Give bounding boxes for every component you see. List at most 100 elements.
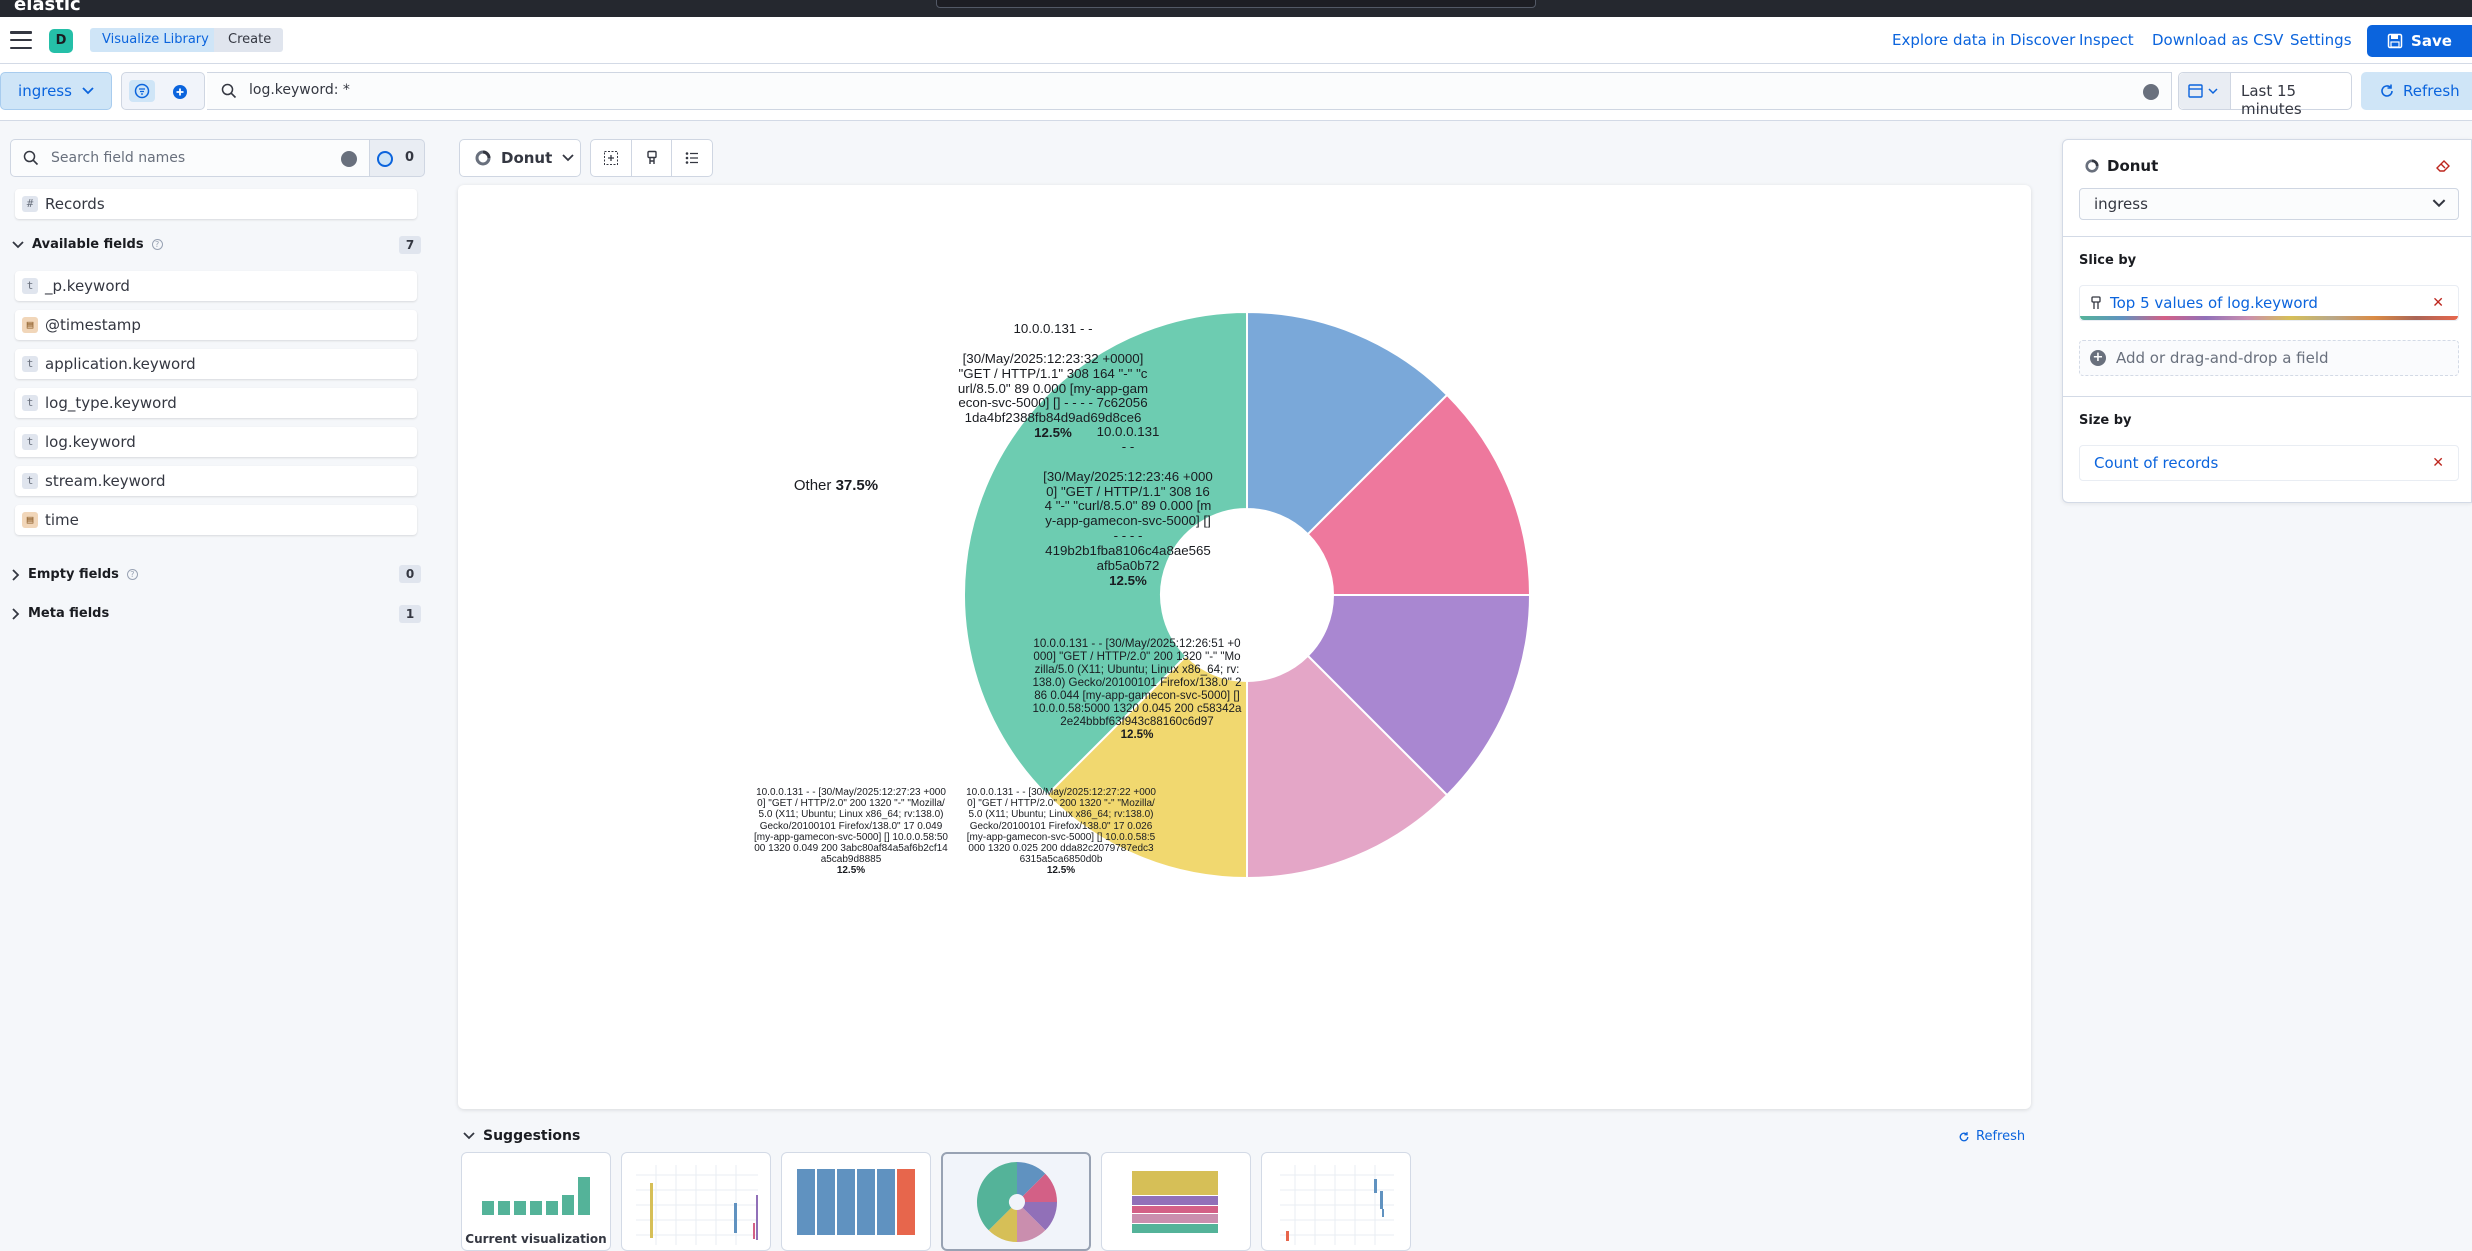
- query-text: log.keyword: *: [249, 82, 350, 98]
- remove-dimension-icon[interactable]: ✕: [2432, 295, 2444, 311]
- filter-icon: [377, 151, 393, 167]
- field-item[interactable]: ▤ @timestamp: [15, 310, 417, 340]
- slice-label: Other 37.5%: [776, 477, 896, 495]
- clear-query-icon[interactable]: [2143, 84, 2159, 100]
- refresh-icon: [2381, 84, 2393, 97]
- save-label: Save: [2411, 32, 2452, 50]
- inspect-link[interactable]: Inspect: [2079, 29, 2134, 51]
- meta-fields-toggle[interactable]: Meta fields: [12, 606, 109, 621]
- add-field-dropzone[interactable]: + Add or drag-and-drop a field: [2079, 340, 2459, 376]
- label-style-icon[interactable]: [632, 140, 673, 176]
- text-type-icon: t: [22, 473, 38, 489]
- slice-label: 10.0.0.131- - [30/May/2025:12:23:46 +0000…: [1043, 424, 1213, 589]
- breadcrumb-create: Create: [214, 28, 284, 52]
- legend-icon[interactable]: [672, 140, 712, 176]
- help-icon[interactable]: ?: [151, 239, 163, 250]
- suggestion-treemap[interactable]: [1101, 1152, 1251, 1251]
- calendar-icon[interactable]: [2179, 73, 2231, 109]
- field-type-filter[interactable]: 0: [370, 139, 425, 177]
- slice-percent: 12.5%: [1120, 727, 1154, 741]
- slice-label-text: 10.0.0.131 - - [30/May/2025:12:26:51 +00…: [1032, 637, 1242, 728]
- available-fields-toggle[interactable]: Available fields ?: [12, 237, 163, 252]
- download-csv-link[interactable]: Download as CSV: [2152, 29, 2283, 51]
- donut-chart[interactable]: [458, 185, 2031, 1109]
- space-avatar[interactable]: D: [49, 29, 73, 53]
- clear-field-search-icon[interactable]: [341, 151, 357, 167]
- size-by-label: Size by: [2079, 413, 2132, 428]
- time-picker[interactable]: Last 15 minutes: [2178, 72, 2352, 118]
- breadcrumb-visualize-library[interactable]: Visualize Library: [90, 28, 229, 52]
- slice-by-dimension[interactable]: Top 5 values of log.keyword ✕: [2079, 285, 2459, 321]
- field-filter-count: 0: [405, 150, 415, 165]
- filter-menu-icon[interactable]: [129, 80, 155, 102]
- color-palette-bar: [2080, 316, 2458, 320]
- slice-label-text: [30/May/2025:12:23:46 +0000] "GET / HTTP…: [1043, 468, 1213, 544]
- field-search-input[interactable]: Search field names: [10, 139, 370, 177]
- help-icon[interactable]: ?: [126, 569, 138, 580]
- field-item[interactable]: t application.keyword: [15, 349, 417, 379]
- query-input[interactable]: log.keyword: *: [207, 72, 2172, 110]
- eraser-icon[interactable]: [2435, 157, 2451, 173]
- menu-icon[interactable]: [10, 31, 32, 49]
- field-label: log.keyword: [45, 433, 136, 451]
- field-label: @timestamp: [45, 316, 141, 334]
- bar-chart-thumbnail: [482, 1177, 590, 1215]
- meta-fields-count: 1: [399, 605, 421, 623]
- chart-type-label: Donut: [501, 149, 553, 167]
- layout-icon[interactable]: [591, 140, 632, 176]
- chart-toolbar: [590, 139, 713, 177]
- data-view-picker[interactable]: ingress: [0, 72, 112, 110]
- chevron-down-icon: [12, 240, 24, 248]
- divider: [2063, 236, 2471, 237]
- slice-label-text: 10.0.0.131 - -: [1013, 321, 1093, 336]
- palette-icon: [2091, 296, 2101, 309]
- remove-metric-icon[interactable]: ✕: [2432, 455, 2444, 471]
- available-fields-label: Available fields: [32, 237, 144, 252]
- save-button[interactable]: Save: [2367, 25, 2472, 57]
- records-field[interactable]: # Records: [15, 189, 417, 219]
- layer-title-label: Donut: [2107, 157, 2159, 175]
- donut-icon: [475, 150, 491, 166]
- add-field-label: Add or drag-and-drop a field: [2116, 349, 2329, 367]
- elastic-logo[interactable]: elastic: [14, 0, 81, 15]
- field-item[interactable]: ▤ time: [15, 505, 417, 535]
- explore-discover-link[interactable]: Explore data in Discover: [1892, 29, 2075, 51]
- field-label: application.keyword: [45, 355, 196, 373]
- donut-thumbnail: [976, 1162, 1057, 1242]
- slice-by-value: Top 5 values of log.keyword: [2110, 294, 2318, 312]
- field-item[interactable]: t log.keyword: [15, 427, 417, 457]
- add-filter-icon[interactable]: [167, 79, 193, 105]
- search-icon: [23, 150, 39, 166]
- time-range-label: Last 15 minutes: [2241, 82, 2302, 118]
- stacked-bar-thumbnail: [797, 1169, 915, 1235]
- suggestions-refresh-button[interactable]: Refresh: [1958, 1129, 2025, 1144]
- suggestions-title: Suggestions: [483, 1128, 581, 1144]
- settings-link[interactable]: Settings: [2290, 29, 2352, 51]
- chevron-down-icon: [562, 154, 574, 162]
- suggestion-donut[interactable]: [941, 1152, 1091, 1251]
- slice-percent: 12.5%: [1046, 865, 1076, 877]
- field-item[interactable]: t stream.keyword: [15, 466, 417, 496]
- text-type-icon: t: [22, 395, 38, 411]
- suggestion-stacked-bar[interactable]: [781, 1152, 931, 1251]
- slice-label-text: Other: [793, 477, 832, 494]
- suggestion-heatmap[interactable]: [1261, 1152, 1411, 1251]
- size-by-metric[interactable]: Count of records ✕: [2079, 445, 2459, 481]
- refresh-button[interactable]: Refresh: [2361, 72, 2472, 110]
- app-header: D Visualize Library Create Explore data …: [0, 17, 2472, 64]
- field-item[interactable]: t _p.keyword: [15, 271, 417, 301]
- text-type-icon: t: [22, 434, 38, 450]
- suggestion-line-chart[interactable]: [621, 1152, 771, 1251]
- plus-icon: +: [2090, 350, 2106, 366]
- data-view-select[interactable]: ingress: [2079, 188, 2459, 220]
- empty-fields-label: Empty fields: [28, 567, 119, 582]
- suggestion-current-visualization[interactable]: Current visualization: [461, 1152, 611, 1251]
- slice-label-text: 10.0.0.131 - - [30/May/2025:12:27:23 +00…: [754, 787, 948, 866]
- field-item[interactable]: t log_type.keyword: [15, 388, 417, 418]
- global-search[interactable]: [936, 0, 1536, 8]
- suggestions-toggle[interactable]: Suggestions: [463, 1128, 580, 1144]
- field-label: _p.keyword: [45, 277, 130, 295]
- empty-fields-toggle[interactable]: Empty fields ?: [12, 567, 138, 582]
- chevron-down-icon: [2432, 199, 2446, 208]
- chart-type-switcher[interactable]: Donut: [459, 139, 581, 177]
